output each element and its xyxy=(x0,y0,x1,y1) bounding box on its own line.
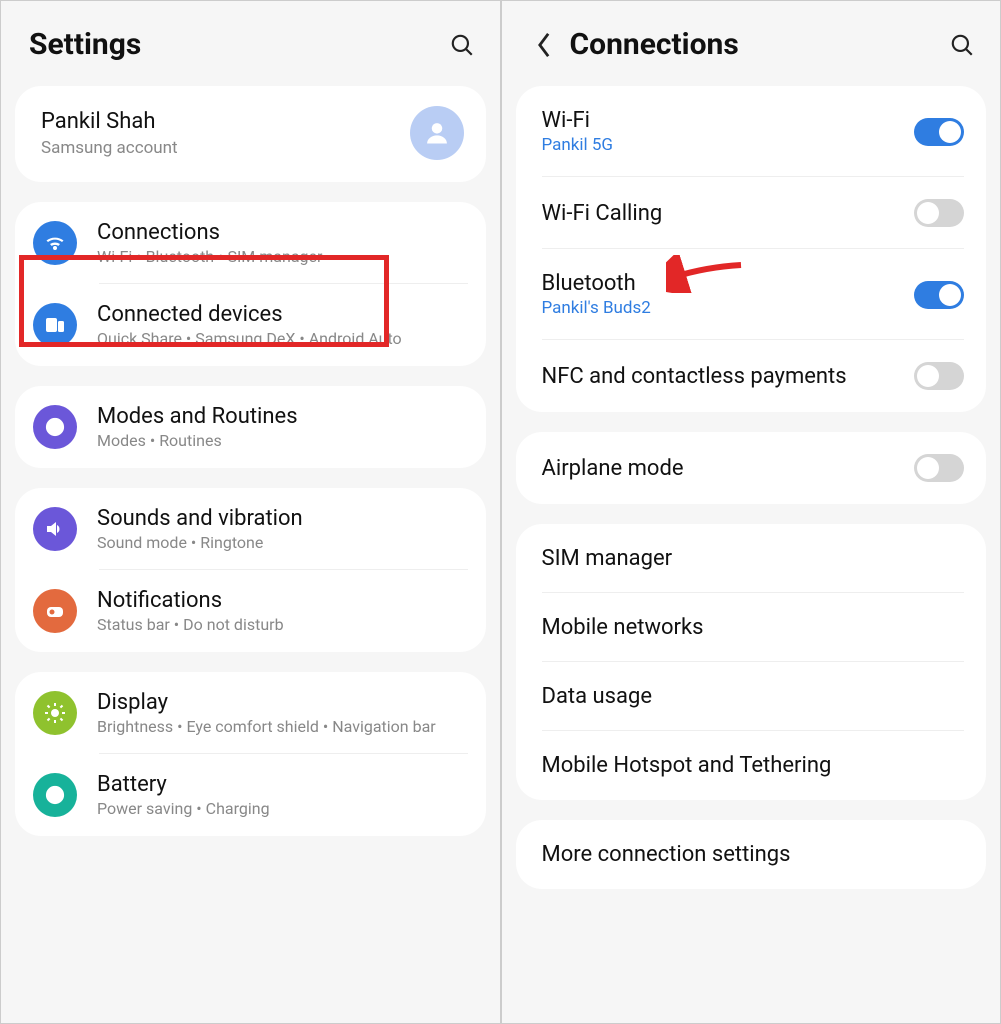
search-icon xyxy=(949,32,975,58)
conn-item-mobile-networks[interactable]: Mobile networks xyxy=(516,593,987,662)
page-title: Settings xyxy=(29,27,446,62)
menu-sub: Modes • Routines xyxy=(97,431,464,450)
menu-title: Battery xyxy=(97,772,464,797)
menu-title: Connections xyxy=(97,220,464,245)
conn-item-wi-fi[interactable]: Wi-FiPankil 5G xyxy=(516,86,987,177)
conn-title: Wi-Fi Calling xyxy=(542,201,915,226)
menu-sub: Sound mode • Ringtone xyxy=(97,533,464,552)
devices-icon xyxy=(33,303,77,347)
conn-item-airplane-mode[interactable]: Airplane mode xyxy=(516,432,987,504)
chevron-left-icon xyxy=(535,31,553,59)
toggle-wi-fi-calling[interactable] xyxy=(914,199,964,227)
page-title: Connections xyxy=(570,27,947,62)
toggle-nfc-and-contactless-payments[interactable] xyxy=(914,362,964,390)
menu-item-connections[interactable]: Connections Wi-Fi • Bluetooth • SIM mana… xyxy=(15,202,486,284)
conn-title: Data usage xyxy=(542,684,965,709)
back-button[interactable] xyxy=(530,31,558,59)
settings-group: Connections Wi-Fi • Bluetooth • SIM mana… xyxy=(15,202,486,366)
sound-icon xyxy=(33,507,77,551)
routines-icon xyxy=(33,405,77,449)
conn-item-nfc-and-contactless-payments[interactable]: NFC and contactless payments xyxy=(516,340,987,412)
settings-group: Display Brightness • Eye comfort shield … xyxy=(15,672,486,836)
settings-groups: Connections Wi-Fi • Bluetooth • SIM mana… xyxy=(1,202,500,836)
connections-header: Connections xyxy=(502,1,1001,86)
settings-panel: Settings Pankil Shah Samsung account Con… xyxy=(1,1,500,1023)
conn-title: Mobile Hotspot and Tethering xyxy=(542,753,965,778)
menu-title: Display xyxy=(97,690,464,715)
toggle-wi-fi[interactable] xyxy=(914,118,964,146)
notif-icon xyxy=(33,589,77,633)
conn-title: Wi-Fi xyxy=(542,108,915,133)
conn-sub: Pankil's Buds2 xyxy=(542,298,915,318)
person-icon xyxy=(423,119,451,147)
menu-sub: Power saving • Charging xyxy=(97,799,464,818)
menu-item-connected-devices[interactable]: Connected devices Quick Share • Samsung … xyxy=(15,284,486,366)
conn-title: NFC and contactless payments xyxy=(542,364,915,389)
menu-item-notifications[interactable]: Notifications Status bar • Do not distur… xyxy=(15,570,486,652)
battery-icon xyxy=(33,773,77,817)
menu-sub: Quick Share • Samsung DeX • Android Auto xyxy=(97,329,464,348)
connections-group: Wi-FiPankil 5G Wi-Fi Calling BluetoothPa… xyxy=(516,86,987,412)
conn-item-bluetooth[interactable]: BluetoothPankil's Buds2 xyxy=(516,249,987,340)
conn-title: SIM manager xyxy=(542,546,965,571)
conn-item-more-connection-settings[interactable]: More connection settings xyxy=(516,820,987,889)
connections-group: More connection settings xyxy=(516,820,987,889)
menu-item-modes-and-routines[interactable]: Modes and Routines Modes • Routines xyxy=(15,386,486,468)
connections-group: Airplane mode xyxy=(516,432,987,504)
settings-group: Sounds and vibration Sound mode • Ringto… xyxy=(15,488,486,652)
conn-sub: Pankil 5G xyxy=(542,135,915,155)
account-card: Pankil Shah Samsung account xyxy=(15,86,486,182)
menu-title: Modes and Routines xyxy=(97,404,464,429)
menu-item-sounds-and-vibration[interactable]: Sounds and vibration Sound mode • Ringto… xyxy=(15,488,486,570)
settings-group: Modes and Routines Modes • Routines xyxy=(15,386,486,468)
conn-item-mobile-hotspot-and-tethering[interactable]: Mobile Hotspot and Tethering xyxy=(516,731,987,800)
account-sub: Samsung account xyxy=(41,138,410,158)
search-icon xyxy=(449,32,475,58)
conn-title: Airplane mode xyxy=(542,456,915,481)
conn-item-sim-manager[interactable]: SIM manager xyxy=(516,524,987,593)
connections-panel: Connections Wi-FiPankil 5G Wi-Fi Calling… xyxy=(500,1,1001,1023)
conn-item-data-usage[interactable]: Data usage xyxy=(516,662,987,731)
settings-header: Settings xyxy=(1,1,500,86)
wifi-icon xyxy=(33,221,77,265)
account-row[interactable]: Pankil Shah Samsung account xyxy=(15,86,486,182)
toggle-airplane-mode[interactable] xyxy=(914,454,964,482)
connections-group: SIM manager Mobile networks Data usage M… xyxy=(516,524,987,800)
menu-sub: Status bar • Do not disturb xyxy=(97,615,464,634)
display-icon xyxy=(33,691,77,735)
search-button[interactable] xyxy=(446,29,478,61)
menu-sub: Brightness • Eye comfort shield • Naviga… xyxy=(97,717,464,736)
menu-title: Sounds and vibration xyxy=(97,506,464,531)
conn-title: Mobile networks xyxy=(542,615,965,640)
menu-title: Notifications xyxy=(97,588,464,613)
menu-sub: Wi-Fi • Bluetooth • SIM manager xyxy=(97,247,464,266)
conn-title: Bluetooth xyxy=(542,271,915,296)
menu-title: Connected devices xyxy=(97,302,464,327)
menu-item-display[interactable]: Display Brightness • Eye comfort shield … xyxy=(15,672,486,754)
menu-item-battery[interactable]: Battery Power saving • Charging xyxy=(15,754,486,836)
account-name: Pankil Shah xyxy=(41,109,410,134)
avatar[interactable] xyxy=(410,106,464,160)
toggle-bluetooth[interactable] xyxy=(914,281,964,309)
search-button[interactable] xyxy=(946,29,978,61)
conn-item-wi-fi-calling[interactable]: Wi-Fi Calling xyxy=(516,177,987,249)
connections-groups: Wi-FiPankil 5G Wi-Fi Calling BluetoothPa… xyxy=(502,86,1001,889)
conn-title: More connection settings xyxy=(542,842,965,867)
